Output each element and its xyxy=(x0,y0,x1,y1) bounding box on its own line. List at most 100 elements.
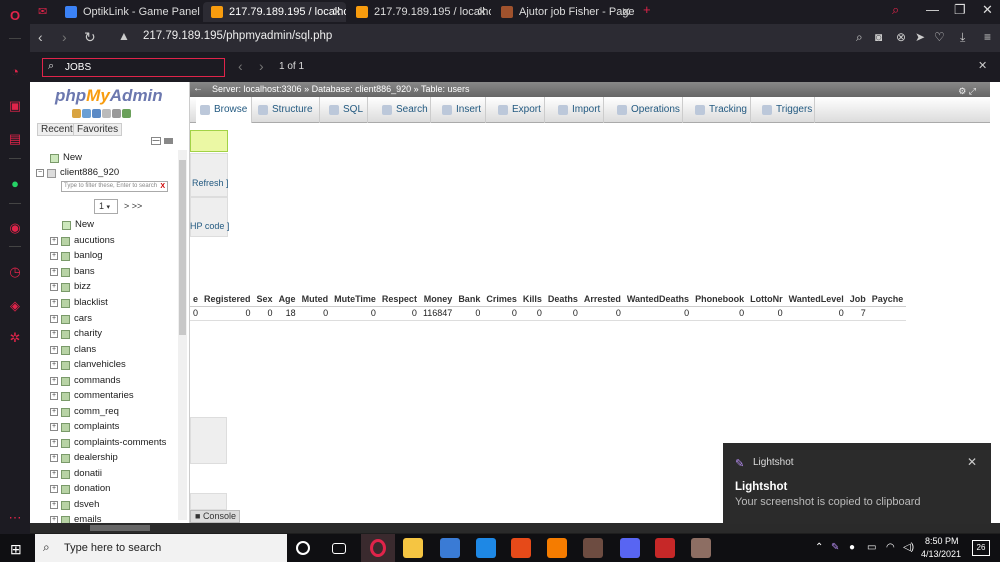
opera-logo-icon[interactable]: O xyxy=(7,8,23,24)
block-icon[interactable]: ⊗ xyxy=(896,30,906,44)
office-icon[interactable] xyxy=(511,538,531,558)
heart-icon[interactable]: ♡ xyxy=(934,30,945,44)
console-tab[interactable]: ■ Console xyxy=(190,510,240,523)
tree-table[interactable]: + commentaries xyxy=(50,389,134,403)
game-icon[interactable] xyxy=(583,538,603,558)
column-header[interactable]: Phonebook xyxy=(692,292,748,307)
expand-icon[interactable]: + xyxy=(50,299,58,307)
clock-date[interactable]: 4/13/2021 xyxy=(921,549,961,559)
pma-logo[interactable]: phpMyAdmin xyxy=(55,86,163,106)
tab-search[interactable]: Search xyxy=(378,97,431,123)
tab-ajutor[interactable]: Ajutor job Fisher - Page 2 ✕ xyxy=(493,2,635,22)
settings-icon[interactable]: ✲ xyxy=(7,330,23,346)
tree-table[interactable]: + comm_req xyxy=(50,405,119,419)
column-header[interactable]: Registered xyxy=(201,292,254,307)
expand-icon[interactable]: + xyxy=(50,501,58,509)
link-icon[interactable] xyxy=(164,138,173,144)
expand-icon[interactable]: + xyxy=(50,346,58,354)
expand-icon[interactable]: + xyxy=(50,485,58,493)
table-filter-input[interactable]: Type to filter these, Enter to search X xyxy=(61,181,168,192)
reload-icon[interactable]: ↻ xyxy=(84,29,96,46)
column-header[interactable]: Muted xyxy=(298,292,332,307)
clock-time[interactable]: 8:50 PM xyxy=(925,536,959,546)
close-icon[interactable]: ✕ xyxy=(477,2,487,22)
zoom-icon[interactable]: ⌕ xyxy=(856,30,863,45)
column-header[interactable]: e xyxy=(190,292,202,307)
home-icon[interactable] xyxy=(72,109,81,118)
more-icon[interactable]: ⋯ xyxy=(7,510,23,526)
tree-table[interactable]: + clans xyxy=(50,343,96,357)
collapse-icon[interactable]: − xyxy=(36,169,44,177)
tree-database[interactable]: − client886_920 xyxy=(36,166,119,180)
column-header[interactable]: LottoNr xyxy=(747,292,786,307)
expand-icon[interactable]: + xyxy=(50,377,58,385)
tab-phpmyadmin[interactable]: 217.79.189.195 / localhost ✕ xyxy=(348,2,491,22)
url-field[interactable]: 217.79.189.195/phpmyadmin/sql.php xyxy=(143,30,332,42)
help-icon[interactable] xyxy=(92,109,101,118)
network-icon[interactable]: ◠ xyxy=(886,542,895,553)
find-close-icon[interactable]: ✕ xyxy=(978,59,987,72)
column-header[interactable]: Job xyxy=(846,292,869,307)
menu-icon[interactable]: ≡ xyxy=(984,30,991,44)
expand-icon[interactable]: + xyxy=(50,454,58,462)
tree-table[interactable]: + banlog xyxy=(50,249,103,263)
collapse-all-icon[interactable]: — xyxy=(151,137,161,145)
opera-taskbar-button[interactable] xyxy=(361,534,395,562)
store-icon[interactable] xyxy=(440,538,460,558)
tree-table[interactable]: + donatii xyxy=(50,467,102,481)
cube-icon[interactable]: ◈ xyxy=(7,298,23,314)
column-header[interactable]: Arrested xyxy=(580,292,624,307)
column-header[interactable]: Deaths xyxy=(544,292,581,307)
tab-triggers[interactable]: Triggers xyxy=(758,97,815,123)
find-prev-icon[interactable]: ‹ xyxy=(238,58,243,74)
close-icon[interactable]: ✕ xyxy=(332,2,342,22)
filter-clear-icon[interactable]: X xyxy=(160,182,165,191)
tree-table[interactable]: + bizz xyxy=(50,280,91,294)
page-select[interactable]: 1 ▾ xyxy=(94,199,118,214)
nav-tab-favorites[interactable]: Favorites xyxy=(73,123,123,136)
discord-icon[interactable] xyxy=(620,538,640,558)
taskbar-search[interactable]: ⌕ Type here to search xyxy=(35,534,287,562)
expand-icon[interactable]: + xyxy=(50,516,58,523)
mail-icon[interactable] xyxy=(476,538,496,558)
tab-phpmyadmin-active[interactable]: 217.79.189.195 / localhost ✕ xyxy=(203,2,346,22)
twitch-icon[interactable]: ▤ xyxy=(7,131,23,147)
breadcrumb-server[interactable]: Server: localhost:3306 xyxy=(212,84,302,94)
feather-icon[interactable]: ✎ xyxy=(831,542,839,553)
toast-close-icon[interactable]: ✕ xyxy=(967,455,977,469)
horizontal-scrollbar[interactable] xyxy=(30,523,1000,533)
nav-scrollbar[interactable] xyxy=(178,150,187,520)
download-icon[interactable]: ⤓ xyxy=(960,30,965,45)
nav-scroll-thumb[interactable] xyxy=(179,160,186,335)
tree-table[interactable]: + dealership xyxy=(50,451,118,465)
column-header[interactable]: WantedDeaths xyxy=(623,292,693,307)
tree-table[interactable]: + dsveh xyxy=(50,498,99,512)
speed-dial-icon[interactable]: ◔ xyxy=(7,64,23,80)
maximize-button[interactable]: ❐ xyxy=(954,2,966,18)
tree-table[interactable]: + charity xyxy=(50,327,102,341)
player-icon[interactable]: ◉ xyxy=(7,220,23,236)
microphone-icon[interactable]: ● xyxy=(849,542,855,553)
refresh-link[interactable]: Refresh ] xyxy=(192,178,229,188)
cortana-icon[interactable] xyxy=(296,541,310,555)
filezilla-icon[interactable] xyxy=(655,538,675,558)
table-row[interactable]: 0 0 0 18 0 0 0 116847 0 0 0 0 0 0 0 0 0 7 xyxy=(190,306,907,321)
minimize-button[interactable]: — xyxy=(926,2,939,17)
notification-center-icon[interactable]: 26 xyxy=(972,540,990,556)
expand-icon[interactable]: + xyxy=(50,439,58,447)
column-header[interactable]: MuteTime xyxy=(331,292,379,307)
tab-import[interactable]: Import xyxy=(554,97,604,123)
breadcrumb-table[interactable]: Table: users xyxy=(421,84,470,94)
tab-browse[interactable]: Browse xyxy=(196,97,252,123)
file-explorer-icon[interactable] xyxy=(403,538,423,558)
lightshot-notification[interactable]: ✎ Lightshot ✕ Lightshot Your screenshot … xyxy=(723,443,991,524)
tree-table[interactable]: + cars xyxy=(50,312,92,326)
column-header[interactable]: Crimes xyxy=(483,292,520,307)
tree-table[interactable]: + complaints-comments xyxy=(50,436,166,450)
camera-icon[interactable]: ◙ xyxy=(875,30,882,44)
sublime-icon[interactable] xyxy=(547,538,567,558)
back-arrow-icon[interactable]: ← xyxy=(193,83,203,94)
tree-table[interactable]: + bans xyxy=(50,265,95,279)
find-next-icon[interactable]: › xyxy=(259,58,264,74)
expand-icon[interactable]: + xyxy=(50,237,58,245)
